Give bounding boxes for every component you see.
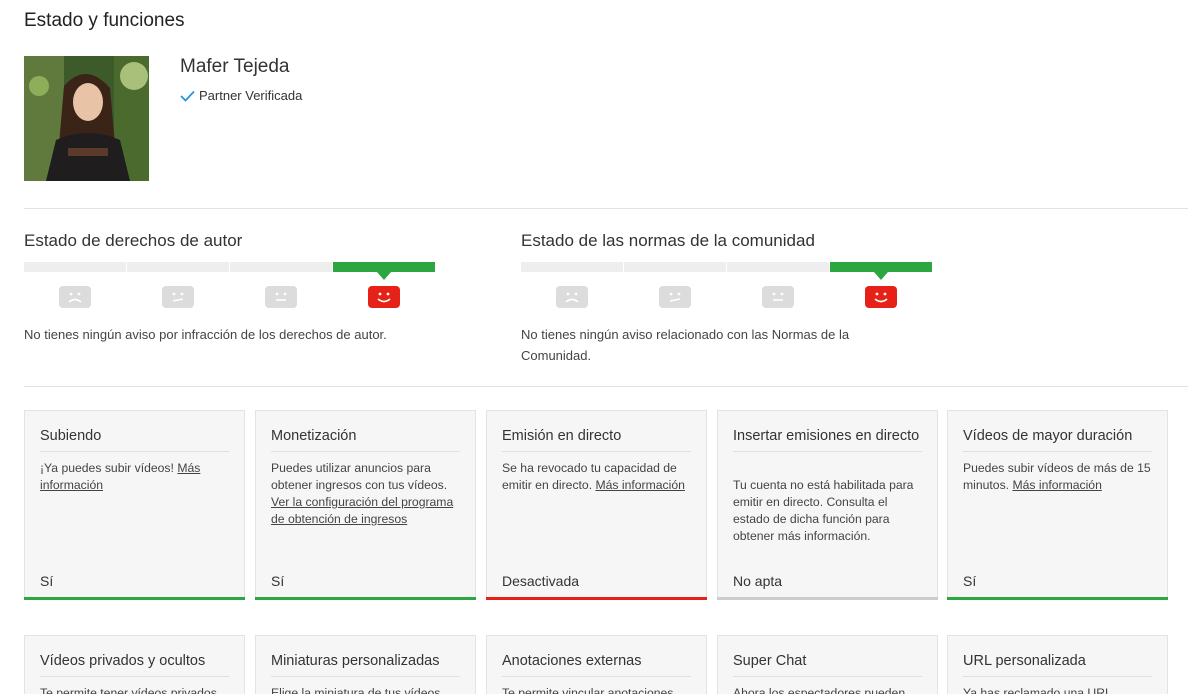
more-info-link[interactable]: Más información <box>1012 478 1101 492</box>
feature-card-status: No apta <box>733 573 783 589</box>
sad-face-icon <box>556 286 588 308</box>
feature-card-super-chat: Super Chat Ahora los espectadores pueden <box>717 635 938 694</box>
feature-card-title: Emisión en directo <box>502 428 691 452</box>
community-status-title: Estado de las normas de la comunidad <box>521 231 815 250</box>
sad-face-icon <box>59 286 91 308</box>
feature-card-description: ¡Ya puedes subir vídeos! Más información <box>40 461 201 492</box>
happy-face-icon <box>368 286 400 308</box>
feature-card-description: Ahora los espectadores pueden <box>733 686 906 694</box>
feature-card-title: Monetización <box>271 428 460 452</box>
community-meter-segment <box>624 262 726 272</box>
feature-status-bar <box>717 597 938 600</box>
community-meter-pointer <box>874 272 888 280</box>
copyright-meter-pointer <box>377 272 391 280</box>
more-info-link[interactable]: Más información <box>40 461 200 492</box>
community-meter-segment <box>830 262 932 272</box>
divider <box>24 386 1188 387</box>
feature-card-title: Miniaturas personalizadas <box>271 653 460 677</box>
feature-card-description: Tu cuenta no está habilitada para emitir… <box>733 478 914 543</box>
checkmark-icon <box>180 90 195 102</box>
happy-face-icon <box>865 286 897 308</box>
verified-label: Partner Verificada <box>199 88 303 103</box>
feature-card-miniaturas-personalizadas: Miniaturas personalizadas Elige la miniat… <box>255 635 476 694</box>
avatar[interactable] <box>24 56 149 181</box>
feature-card-status: Desactivada <box>502 573 580 589</box>
feature-card-anotaciones-externas: Anotaciones externas Te permite vincular … <box>486 635 707 694</box>
community-status-description: No tienes ningún aviso relacionado con l… <box>521 327 850 363</box>
feature-card-url-personalizada: URL personalizada Ya has reclamado una UR… <box>947 635 1168 694</box>
copyright-meter <box>24 262 444 322</box>
copyright-status-description: No tienes ningún aviso por infracción de… <box>24 327 387 342</box>
copyright-status: Estado de derechos de autor No tienes ni… <box>24 230 444 345</box>
community-status: Estado de las normas de la comunidad No … <box>521 230 941 366</box>
community-meter-segment <box>521 262 623 272</box>
feature-card-description: Puedes utilizar anuncios para obtener in… <box>271 461 454 526</box>
unhappy-face-icon <box>659 286 691 308</box>
feature-card-title: Anotaciones externas <box>502 653 691 677</box>
copyright-meter-segment <box>333 262 435 272</box>
community-meter <box>521 262 941 322</box>
feature-card-description: Se ha revocado tu capacidad de emitir en… <box>502 461 685 492</box>
copyright-meter-segment <box>230 262 332 272</box>
more-info-link[interactable]: Ver la configuración del programa de obt… <box>271 495 453 526</box>
feature-status-bar <box>486 597 707 600</box>
copyright-meter-segment <box>127 262 229 272</box>
feature-card-description: Ya has reclamado una URL <box>963 686 1112 694</box>
feature-card-insertar-emisiones-en-directo: Insertar emisiones en directo Tu cuenta n… <box>717 410 938 600</box>
feature-card-description: Puedes subir vídeos de más de 15 minutos… <box>963 461 1151 492</box>
feature-card-status: Sí <box>963 573 977 589</box>
feature-card-videos-privados-y-ocultos: Vídeos privados y ocultos Te permite tene… <box>24 635 245 694</box>
feature-status-bar <box>947 597 1168 600</box>
feature-status-bar <box>24 597 245 600</box>
feature-card-title: Super Chat <box>733 653 922 677</box>
feature-card-videos-de-mayor-duracion: Vídeos de mayor duración Puedes subir víd… <box>947 410 1168 600</box>
feature-card-title: URL personalizada <box>963 653 1152 677</box>
feature-status-bar <box>255 597 476 600</box>
copyright-meter-segment <box>24 262 126 272</box>
verified-badge: Partner Verificada <box>180 88 302 103</box>
feature-card-status: Sí <box>40 573 54 589</box>
more-info-link[interactable]: Más información <box>595 478 684 492</box>
feature-card-title: Subiendo <box>40 428 229 452</box>
feature-card-title: Vídeos privados y ocultos <box>40 653 229 677</box>
copyright-status-title: Estado de derechos de autor <box>24 231 243 250</box>
divider <box>24 208 1188 209</box>
unhappy-face-icon <box>162 286 194 308</box>
feature-card-description: Te permite vincular anotaciones <box>502 686 674 694</box>
feature-card-description: Te permite tener vídeos privados <box>40 686 217 694</box>
neutral-face-icon <box>265 286 297 308</box>
neutral-face-icon <box>762 286 794 308</box>
feature-card-title: Insertar emisiones en directo <box>733 428 922 452</box>
feature-card-subiendo: Subiendo ¡Ya puedes subir vídeos! Más inf… <box>24 410 245 600</box>
feature-card-emision-en-directo: Emisión en directo Se ha revocado tu capa… <box>486 410 707 600</box>
feature-card-status: Sí <box>271 573 285 589</box>
feature-card-description: Elige la miniatura de tus vídeos <box>271 686 441 694</box>
page-title: Estado y funciones <box>24 10 185 31</box>
feature-card-monetizacion: Monetización Puedes utilizar anuncios par… <box>255 410 476 600</box>
feature-card-title: Vídeos de mayor duración <box>963 428 1152 452</box>
community-meter-segment <box>727 262 829 272</box>
channel-name: Mafer Tejeda <box>180 56 290 77</box>
